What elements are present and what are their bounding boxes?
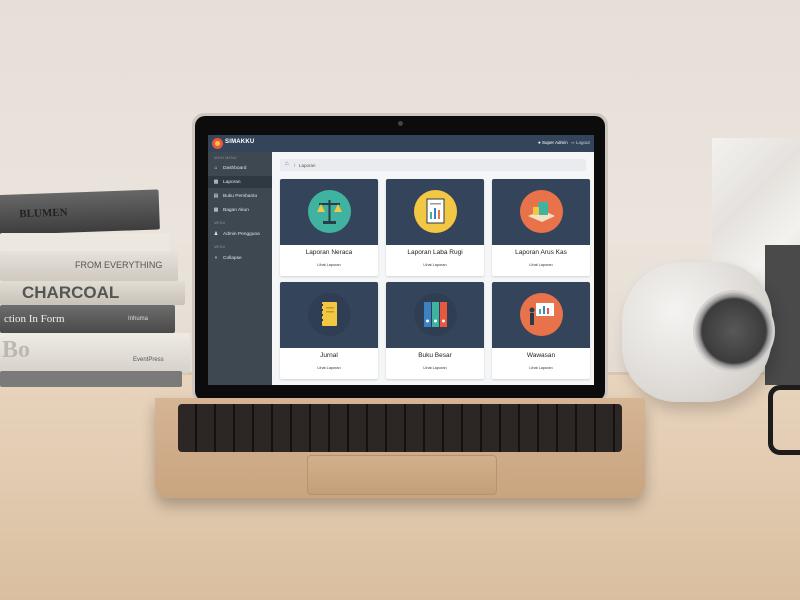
notebook-icon: [308, 293, 351, 336]
card-link[interactable]: Lihat Laporan: [386, 263, 484, 267]
card-link[interactable]: Lihat Laporan: [280, 263, 378, 267]
users-icon: ♟: [213, 231, 219, 237]
user-menu[interactable]: ● Super Admin: [538, 140, 568, 145]
sidebar: MAIN MENU ⌂ Dashboard ▩ Laporan ▤ Buku P…: [208, 152, 272, 385]
sidebar-collapse-button[interactable]: « Collapse: [208, 252, 272, 264]
app-logo-icon[interactable]: [212, 138, 223, 149]
book-action-in-form: ction In Form Inhuma: [0, 305, 175, 333]
sidebar-item-dashboard[interactable]: ⌂ Dashboard: [208, 162, 272, 174]
card-title: Jurnal: [320, 352, 338, 359]
folder-icon: ▩: [213, 179, 219, 185]
user-name: Super Admin: [541, 140, 568, 145]
sidebar-section-label: MENU: [214, 221, 226, 225]
book-pages: [0, 233, 170, 251]
eyeglasses: [768, 385, 800, 455]
sidebar-section-label: MENU: [214, 245, 226, 249]
sidebar-item-buku-pembantu[interactable]: ▤ Buku Pembantu: [208, 190, 272, 202]
breadcrumb-current: Laporan: [299, 162, 316, 168]
book-title: Bo: [2, 337, 31, 363]
chart-icon: ▦: [213, 207, 219, 213]
sidebar-item-label: Bagan Akun: [223, 207, 249, 213]
card-wawasan[interactable]: Wawasan Lihat Laporan: [492, 282, 590, 379]
card-link[interactable]: Lihat Laporan: [492, 366, 590, 370]
book-publisher: Inhuma: [128, 316, 149, 322]
book-title: BLUMEN: [19, 206, 68, 221]
binders-icon: [414, 293, 457, 336]
speaker-cone: [693, 290, 775, 372]
top-navbar: SIMAKKU ● Super Admin ⇨ Logout: [208, 135, 594, 152]
book-bo: Bo EventPress: [0, 333, 190, 373]
home-icon: ⌂: [214, 165, 218, 171]
sidebar-item-laporan[interactable]: ▩ Laporan: [208, 176, 272, 188]
double-chevron-left-icon: «: [214, 255, 218, 261]
card-laporan-arus-kas[interactable]: Laporan Arus Kas Lihat Laporan: [492, 179, 590, 276]
logout-label: Logout: [576, 140, 590, 145]
card-title: Wawasan: [526, 352, 556, 359]
laptop-screen: SIMAKKU ● Super Admin ⇨ Logout MAIN MENU…: [208, 135, 594, 385]
card-image: [492, 179, 590, 245]
book-publisher: EventPress: [133, 357, 164, 363]
logout-link[interactable]: ⇨ Logout: [571, 140, 590, 146]
book-icon: ▤: [213, 193, 219, 199]
card-title: Buku Besar: [418, 352, 452, 359]
card-link[interactable]: Lihat Laporan: [386, 366, 484, 370]
card-link[interactable]: Lihat Laporan: [280, 366, 378, 370]
book-bottom: [0, 371, 182, 387]
card-laporan-laba-rugi[interactable]: Laporan Laba Rugi Lihat Laporan: [386, 179, 484, 276]
sidebar-item-label: Admin Pengguna: [223, 231, 260, 237]
sidebar-section-label: MAIN MENU: [214, 156, 237, 160]
card-image: [492, 282, 590, 348]
app-brand[interactable]: SIMAKKU: [225, 139, 254, 145]
breadcrumb: ⌂ / Laporan: [280, 159, 586, 171]
card-link[interactable]: Lihat Laporan: [492, 263, 590, 267]
sidebar-item-bagan-akun[interactable]: ▦ Bagan Akun: [208, 204, 272, 216]
book-title: ction In Form: [4, 313, 65, 325]
sidebar-item-label: Dashboard: [223, 165, 247, 171]
book-title: FROM EVERYTHING: [75, 260, 163, 270]
card-image: [280, 282, 378, 348]
home-icon[interactable]: ⌂: [285, 161, 289, 167]
logout-icon: ⇨: [571, 140, 575, 145]
card-jurnal[interactable]: Jurnal Lihat Laporan: [280, 282, 378, 379]
sidebar-item-admin-pengguna[interactable]: ♟ Admin Pengguna: [208, 228, 272, 240]
book-charcoal: CHARCOAL: [0, 281, 185, 305]
sidebar-item-label: Collapse: [223, 255, 242, 261]
card-laporan-neraca[interactable]: Laporan Neraca Lihat Laporan: [280, 179, 378, 276]
book-blumen: BLUMEN: [0, 189, 160, 235]
card-title: Laporan Arus Kas: [515, 249, 567, 256]
report-chart-icon: [414, 190, 457, 233]
breadcrumb-separator: /: [294, 162, 296, 168]
presentation-icon: [520, 293, 563, 336]
book-title: CHARCOAL: [22, 283, 120, 302]
book-stack: BLUMEN FROM EVERYTHING CHARCOAL ction In…: [0, 189, 195, 390]
book-from-everything: FROM EVERYTHING: [0, 251, 178, 281]
cashflow-icon: [520, 190, 563, 233]
sidebar-item-label: Buku Pembantu: [223, 193, 258, 199]
keyboard: [178, 404, 622, 452]
webcam-icon: [398, 121, 403, 126]
trackpad: [307, 455, 497, 495]
sidebar-item-label: Laporan: [223, 179, 241, 185]
card-buku-besar[interactable]: Buku Besar Lihat Laporan: [386, 282, 484, 379]
card-image: [386, 179, 484, 245]
scale-icon: [308, 190, 351, 233]
card-image: [280, 179, 378, 245]
user-icon: ●: [538, 140, 541, 145]
card-title: Laporan Neraca: [305, 249, 353, 256]
card-title: Laporan Laba Rugi: [407, 249, 463, 256]
card-image: [386, 282, 484, 348]
